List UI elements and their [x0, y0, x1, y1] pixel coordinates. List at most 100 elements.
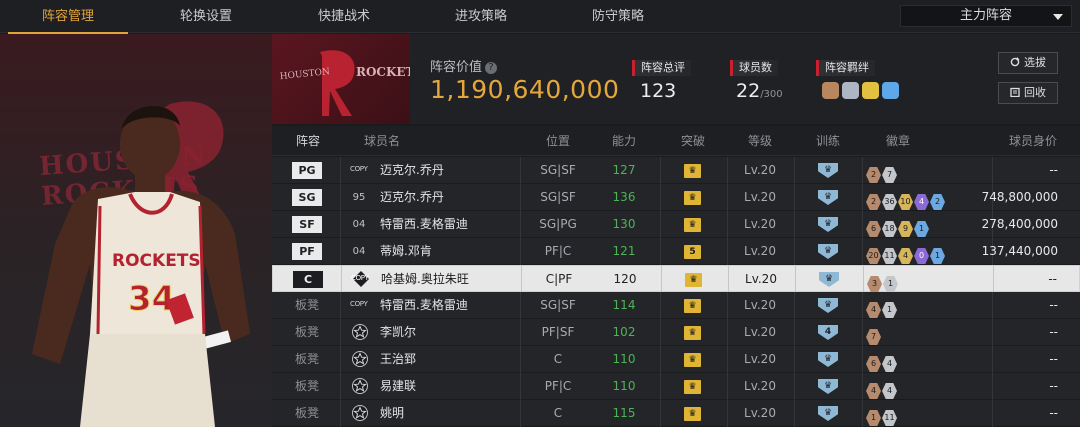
- table-row[interactable]: 板凳 王治郅 C 110 ♛ Lv.20 ♛ 6 4 --: [272, 346, 1080, 373]
- lineup-rating-label: 阵容总评: [632, 60, 691, 76]
- training-shield-icon[interactable]: ♛: [818, 244, 838, 259]
- bond-icon-3[interactable]: [862, 82, 879, 99]
- table-row[interactable]: C COPY 哈基姆.奥拉朱旺 C|PF 120 ♛ Lv.20 ♛ 3 1 --: [272, 265, 1080, 293]
- col-training[interactable]: 训练: [798, 126, 858, 156]
- badge-list[interactable]: 7: [866, 324, 882, 345]
- column-divider: [520, 157, 521, 184]
- col-player-name[interactable]: 球员名: [352, 126, 412, 156]
- training-value: 4: [824, 327, 832, 337]
- col-badges[interactable]: 徽章: [868, 126, 928, 156]
- badge-list[interactable]: 20 11 4 0 1: [866, 243, 946, 264]
- player-level: Lv.20: [744, 379, 776, 393]
- training-shield-icon[interactable]: 4: [818, 325, 838, 340]
- badge-silver-icon: 7: [882, 167, 897, 183]
- recycle-button[interactable]: 回收: [998, 82, 1058, 104]
- badge-list[interactable]: 64: [866, 351, 898, 372]
- breakthrough-crown-icon[interactable]: ♛: [684, 218, 701, 232]
- player-name[interactable]: 蒂姆.邓肯: [380, 238, 432, 265]
- breakthrough-crown-icon[interactable]: ♛: [685, 273, 702, 287]
- tab-lineup-management[interactable]: 阵容管理: [8, 0, 128, 34]
- badge-blue-icon: 2: [930, 194, 945, 210]
- col-level[interactable]: 等级: [730, 126, 790, 156]
- column-divider: [727, 373, 728, 400]
- bond-icon-1[interactable]: [822, 82, 839, 99]
- badge-silver-icon: 11: [882, 410, 897, 426]
- badge-bronze-icon: 2: [866, 194, 881, 210]
- breakthrough-crown-icon[interactable]: ♛: [684, 164, 701, 178]
- badge-list[interactable]: 2 36 10 4 2: [866, 189, 946, 210]
- badge-gold-icon: 9: [898, 221, 913, 237]
- table-row[interactable]: 板凳 姚明 C 115 ♛ Lv.20 ♛ 1 11 --: [272, 400, 1080, 427]
- player-name[interactable]: 哈基姆.奥拉朱旺: [381, 266, 469, 293]
- breakthrough-crown-icon[interactable]: ♛: [684, 407, 701, 421]
- training-shield-icon[interactable]: ♛: [818, 217, 838, 232]
- bond-icon-2[interactable]: [842, 82, 859, 99]
- training-shield-icon[interactable]: ♛: [818, 190, 838, 205]
- breakthrough-crown-icon[interactable]: ♛: [684, 299, 701, 313]
- select-button[interactable]: 选拔: [998, 52, 1058, 74]
- training-shield-icon[interactable]: ♛: [819, 272, 839, 287]
- training-shield-icon[interactable]: ♛: [818, 379, 838, 394]
- breakthrough-crown-icon[interactable]: ♛: [684, 326, 701, 340]
- column-divider: [660, 211, 661, 238]
- col-lineup[interactable]: 阵容: [288, 126, 328, 156]
- column-divider: [728, 266, 729, 293]
- breakthrough-crown-icon[interactable]: ♛: [684, 353, 701, 367]
- breakthrough-crown-icon[interactable]: ♛: [684, 380, 701, 394]
- column-divider: [862, 319, 863, 346]
- lineup-select[interactable]: 主力阵容: [900, 5, 1072, 27]
- tab-quick-tactics[interactable]: 快捷战术: [284, 0, 404, 33]
- training-shield-icon[interactable]: ♛: [818, 406, 838, 421]
- table-row[interactable]: 板凳 李凯尔 PF|SF 102 ♛ Lv.20 4 7 --: [272, 319, 1080, 346]
- table-row[interactable]: 板凳 易建联 PF|C 110 ♛ Lv.20 ♛ 4 4 --: [272, 373, 1080, 400]
- bond-icons: [822, 82, 902, 103]
- badge-list[interactable]: 27: [866, 162, 898, 183]
- lineup-value-label-text: 阵容价值: [430, 60, 483, 75]
- player-name[interactable]: 特雷西.麦格雷迪: [380, 211, 468, 238]
- player-name[interactable]: 易建联: [380, 373, 416, 400]
- col-ability[interactable]: 能力: [594, 126, 654, 156]
- chevron-down-icon: [1053, 14, 1063, 20]
- table-row[interactable]: 板凳 COPY 特雷西.麦格雷迪 SG|SF 114 ♛ Lv.20 ♛ 4 1 --: [272, 292, 1080, 319]
- tab-defense-strategy[interactable]: 防守策略: [558, 0, 678, 33]
- training-shield-icon[interactable]: ♛: [818, 163, 838, 178]
- column-divider: [794, 373, 795, 400]
- breakthrough-crown-icon[interactable]: 5: [684, 245, 701, 259]
- badge-bronze-icon: 1: [866, 410, 881, 426]
- column-divider: [660, 292, 661, 319]
- column-divider: [862, 238, 863, 265]
- column-divider: [660, 400, 661, 427]
- badge-list[interactable]: 6 18 9 1: [866, 216, 930, 237]
- col-position[interactable]: 位置: [528, 126, 588, 156]
- table-row[interactable]: PG COPY 迈克尔.乔丹 SG|SF 127 ♛ Lv.20 ♛ 2 7 --: [272, 157, 1080, 184]
- player-level: Lv.20: [744, 244, 776, 258]
- column-divider: [794, 346, 795, 373]
- player-name[interactable]: 姚明: [380, 400, 404, 427]
- badge-list[interactable]: 31: [867, 271, 899, 292]
- bond-icon-4[interactable]: [882, 82, 899, 99]
- player-name[interactable]: 王治郅: [380, 346, 416, 373]
- tab-rotation-settings[interactable]: 轮换设置: [146, 0, 266, 33]
- table-row[interactable]: SF 04 特雷西.麦格雷迪 SG|PG 130 ♛ Lv.20 ♛ 6 18 9 1 278,400,…: [272, 211, 1080, 238]
- player-name[interactable]: 迈克尔.乔丹: [380, 184, 444, 211]
- help-icon[interactable]: ?: [485, 62, 498, 74]
- tab-offense-strategy[interactable]: 进攻策略: [421, 0, 541, 33]
- training-shield-icon[interactable]: ♛: [818, 352, 838, 367]
- col-breakthrough[interactable]: 突破: [663, 126, 723, 156]
- player-ability: 114: [612, 298, 636, 312]
- badge-purple-icon: 0: [914, 248, 929, 264]
- lineup-rating-stat: 阵容总评 123: [632, 56, 691, 102]
- player-name[interactable]: 特雷西.麦格雷迪: [380, 292, 468, 319]
- player-name[interactable]: 李凯尔: [380, 319, 416, 346]
- refresh-icon: [1010, 57, 1020, 67]
- training-shield-icon[interactable]: ♛: [818, 298, 838, 313]
- badge-list[interactable]: 44: [866, 378, 898, 399]
- col-salary[interactable]: 球员身价: [998, 126, 1068, 156]
- table-row[interactable]: PF 04 蒂姆.邓肯 PF|C 121 5 Lv.20 ♛ 20 11 4 0 1 137,440,00…: [272, 238, 1080, 265]
- player-name[interactable]: 迈克尔.乔丹: [380, 157, 444, 184]
- badge-list[interactable]: 1 11: [866, 405, 898, 426]
- table-row[interactable]: SG 95 迈克尔.乔丹 SG|SF 136 ♛ Lv.20 ♛ 2 36 10 4 2 748,800,…: [272, 184, 1080, 211]
- recycle-icon: [1010, 87, 1020, 97]
- badge-list[interactable]: 41: [866, 297, 898, 318]
- breakthrough-crown-icon[interactable]: ♛: [684, 191, 701, 205]
